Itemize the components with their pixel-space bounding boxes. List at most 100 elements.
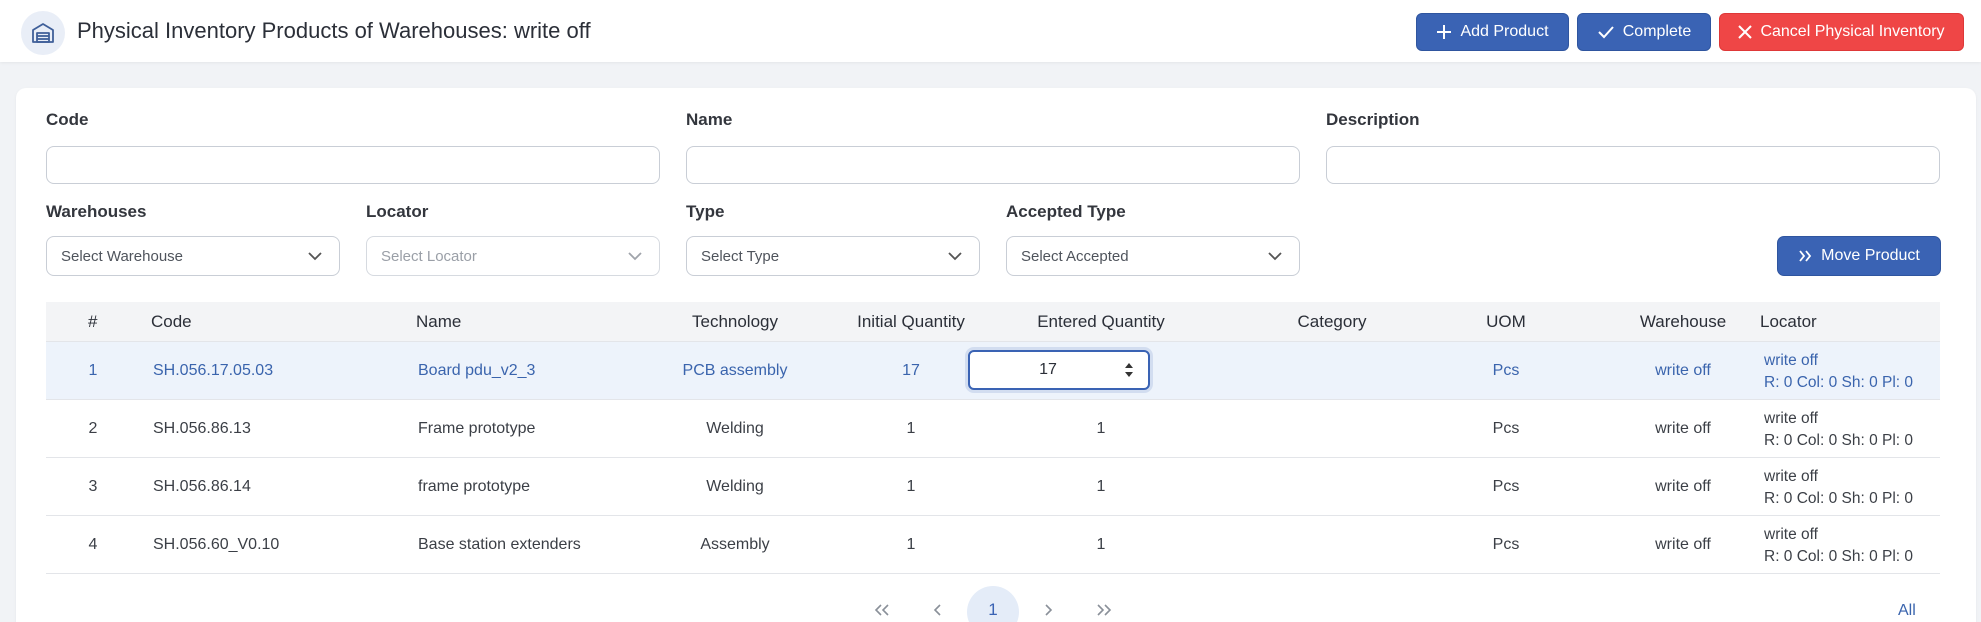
name-input[interactable] (686, 146, 1300, 184)
row-initial-quantity: 1 (906, 478, 916, 495)
code-label: Code (46, 110, 89, 129)
row-name[interactable]: Frame prototype (418, 400, 535, 458)
page-size-all[interactable]: All (1898, 602, 1916, 620)
column-header-name[interactable]: Name (416, 302, 461, 342)
row-code[interactable]: SH.056.86.14 (153, 458, 251, 516)
row-number: 1 (88, 362, 98, 379)
accepted-type-label: Accepted Type (1006, 202, 1126, 221)
row-warehouse: write off (1655, 362, 1711, 379)
row-locator-name: write off (1764, 468, 1818, 485)
row-number: 2 (88, 420, 98, 437)
column-header-locator[interactable]: Locator (1760, 302, 1817, 342)
row-category (1252, 516, 1412, 574)
entered-quantity-value: 17 (1039, 361, 1057, 378)
table-row[interactable]: 1 SH.056.17.05.03 Board pdu_v2_3 PCB ass… (46, 342, 1940, 400)
locator-select[interactable]: Select Locator (366, 236, 660, 276)
accepted-type-select[interactable]: Select Accepted (1006, 236, 1300, 276)
row-code[interactable]: SH.056.17.05.03 (153, 342, 273, 400)
double-chevron-right-icon (1097, 604, 1112, 616)
row-locator-detail: R: 0 Col: 0 Sh: 0 Pl: 0 (1764, 490, 1914, 507)
locator-label: Locator (366, 202, 429, 221)
row-code[interactable]: SH.056.86.13 (153, 400, 251, 458)
row-name[interactable]: Board pdu_v2_3 (418, 342, 535, 400)
move-product-label: Move Product (1821, 247, 1920, 264)
row-code[interactable]: SH.056.60_V0.10 (153, 516, 279, 574)
cancel-inventory-label: Cancel Physical Inventory (1760, 23, 1945, 40)
chevron-left-icon (933, 604, 941, 616)
table-header: # Code Name Technology Initial Quantity … (46, 302, 1940, 342)
warehouse-select-value: Select Warehouse (61, 247, 184, 265)
row-technology: Welding (706, 420, 764, 437)
row-name[interactable]: Base station extenders (418, 516, 581, 574)
chevron-down-icon (948, 252, 962, 261)
add-product-button[interactable]: Add Product (1416, 13, 1569, 51)
row-entered-quantity[interactable]: 1 (996, 400, 1206, 458)
cancel-inventory-button[interactable]: Cancel Physical Inventory (1719, 13, 1964, 51)
column-header-entered-quantity[interactable]: Entered Quantity (996, 302, 1206, 342)
table-row[interactable]: 2 SH.056.86.13 Frame prototype Welding 1… (46, 400, 1940, 458)
column-header-number[interactable]: # (88, 302, 97, 342)
warehouse-icon (21, 11, 65, 55)
double-chevron-left-icon (874, 604, 889, 616)
row-technology: PCB assembly (682, 362, 788, 379)
chevron-down-icon (308, 252, 322, 261)
entered-quantity-input[interactable]: 17 (968, 350, 1150, 390)
warehouse-select[interactable]: Select Warehouse (46, 236, 340, 276)
complete-button[interactable]: Complete (1577, 13, 1711, 51)
row-entered-quantity[interactable]: 1 (996, 458, 1206, 516)
row-technology: Welding (706, 478, 764, 495)
name-label: Name (686, 110, 733, 129)
chevron-down-icon (628, 252, 642, 261)
next-page-button[interactable] (1033, 592, 1063, 622)
column-header-warehouse[interactable]: Warehouse (1586, 302, 1780, 342)
close-icon (1738, 25, 1753, 39)
row-number: 4 (88, 536, 98, 553)
plus-icon (1437, 25, 1452, 39)
table-row[interactable]: 4 SH.056.60_V0.10 Base station extenders… (46, 516, 1940, 574)
stepper-arrows-icon[interactable] (1124, 361, 1134, 379)
page-title: Physical Inventory Products of Warehouse… (77, 18, 591, 43)
warehouses-label: Warehouses (46, 202, 147, 221)
type-select[interactable]: Select Type (686, 236, 980, 276)
page-header: Physical Inventory Products of Warehouse… (0, 0, 1981, 62)
row-locator-detail: R: 0 Col: 0 Sh: 0 Pl: 0 (1764, 432, 1914, 449)
row-category (1252, 342, 1412, 400)
check-icon (1598, 26, 1614, 39)
row-warehouse: write off (1655, 478, 1711, 495)
description-label: Description (1326, 110, 1420, 129)
first-page-button[interactable] (867, 592, 897, 622)
row-locator-name: write off (1764, 526, 1818, 543)
row-initial-quantity: 1 (906, 420, 916, 437)
column-header-technology[interactable]: Technology (646, 302, 824, 342)
table-row[interactable]: 3 SH.056.86.14 frame prototype Welding 1… (46, 458, 1940, 516)
description-input[interactable] (1326, 146, 1940, 184)
code-input[interactable] (46, 146, 660, 184)
chevron-down-icon (1268, 252, 1282, 261)
row-uom: Pcs (1492, 420, 1520, 437)
last-page-button[interactable] (1089, 592, 1119, 622)
column-header-uom[interactable]: UOM (1446, 302, 1566, 342)
column-header-code[interactable]: Code (151, 302, 192, 342)
locator-select-value: Select Locator (381, 247, 477, 265)
row-warehouse: write off (1655, 420, 1711, 437)
row-entered-quantity[interactable]: 1 (996, 516, 1206, 574)
row-number: 3 (88, 478, 98, 495)
row-category (1252, 400, 1412, 458)
row-locator-detail: R: 0 Col: 0 Sh: 0 Pl: 0 (1764, 374, 1914, 391)
row-warehouse: write off (1655, 536, 1711, 553)
row-locator: write off R: 0 Col: 0 Sh: 0 Pl: 0 (1764, 524, 1913, 568)
chevron-right-icon (1045, 604, 1053, 616)
type-select-value: Select Type (701, 247, 780, 265)
row-locator: write off R: 0 Col: 0 Sh: 0 Pl: 0 (1764, 350, 1913, 394)
row-locator: write off R: 0 Col: 0 Sh: 0 Pl: 0 (1764, 466, 1913, 510)
prev-page-button[interactable] (923, 592, 953, 622)
row-category (1252, 458, 1412, 516)
row-initial-quantity: 1 (906, 536, 916, 553)
complete-label: Complete (1622, 23, 1692, 40)
row-locator: write off R: 0 Col: 0 Sh: 0 Pl: 0 (1764, 408, 1913, 452)
move-product-button[interactable]: Move Product (1777, 236, 1941, 276)
add-product-label: Add Product (1460, 23, 1549, 40)
row-name[interactable]: frame prototype (418, 458, 530, 516)
column-header-category[interactable]: Category (1252, 302, 1412, 342)
column-header-initial-quantity[interactable]: Initial Quantity (821, 302, 1001, 342)
